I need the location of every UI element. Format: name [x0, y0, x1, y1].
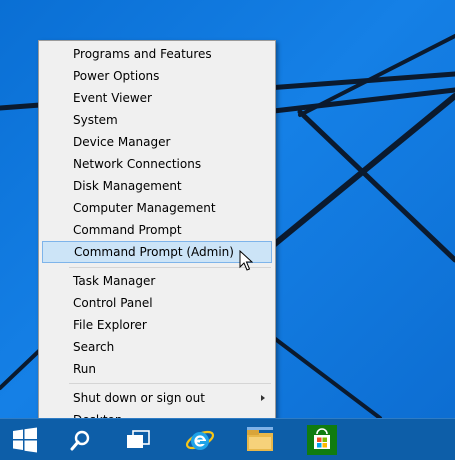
menu-item-command-prompt[interactable]: Command Prompt — [39, 219, 275, 241]
winx-context-menu: Programs and Features Power Options Even… — [38, 40, 276, 434]
mouse-cursor-icon — [239, 250, 253, 271]
desktop: Programs and Features Power Options Even… — [0, 0, 455, 460]
task-view-button[interactable] — [118, 419, 158, 460]
taskbar-search-button[interactable] — [60, 419, 100, 460]
internet-explorer-icon — [185, 430, 215, 450]
menu-item-event-viewer[interactable]: Event Viewer — [39, 87, 275, 109]
menu-separator — [69, 383, 271, 384]
menu-item-network-connections[interactable]: Network Connections — [39, 153, 275, 175]
menu-item-disk-management[interactable]: Disk Management — [39, 175, 275, 197]
menu-item-system[interactable]: System — [39, 109, 275, 131]
search-icon — [70, 430, 90, 451]
store-icon — [307, 425, 337, 455]
menu-item-computer-management[interactable]: Computer Management — [39, 197, 275, 219]
menu-item-file-explorer[interactable]: File Explorer — [39, 314, 275, 336]
menu-item-task-manager[interactable]: Task Manager — [39, 270, 275, 292]
submenu-arrow-icon — [261, 395, 265, 401]
internet-explorer-button[interactable] — [178, 419, 222, 460]
menu-item-command-prompt-admin[interactable]: Command Prompt (Admin) — [42, 241, 272, 263]
menu-item-programs-and-features[interactable]: Programs and Features — [39, 43, 275, 65]
task-view-icon — [127, 430, 150, 448]
menu-item-power-options[interactable]: Power Options — [39, 65, 275, 87]
menu-item-control-panel[interactable]: Control Panel — [39, 292, 275, 314]
file-explorer-icon — [247, 427, 273, 451]
menu-item-search[interactable]: Search — [39, 336, 275, 358]
windows-start-icon — [13, 427, 37, 453]
menu-item-device-manager[interactable]: Device Manager — [39, 131, 275, 153]
menu-item-label: Shut down or sign out — [73, 391, 205, 405]
menu-item-shut-down-or-sign-out[interactable]: Shut down or sign out — [39, 387, 275, 409]
taskbar — [0, 418, 455, 460]
menu-item-run[interactable]: Run — [39, 358, 275, 380]
store-button[interactable] — [302, 419, 342, 460]
start-button[interactable] — [0, 419, 50, 460]
file-explorer-button[interactable] — [238, 419, 282, 460]
